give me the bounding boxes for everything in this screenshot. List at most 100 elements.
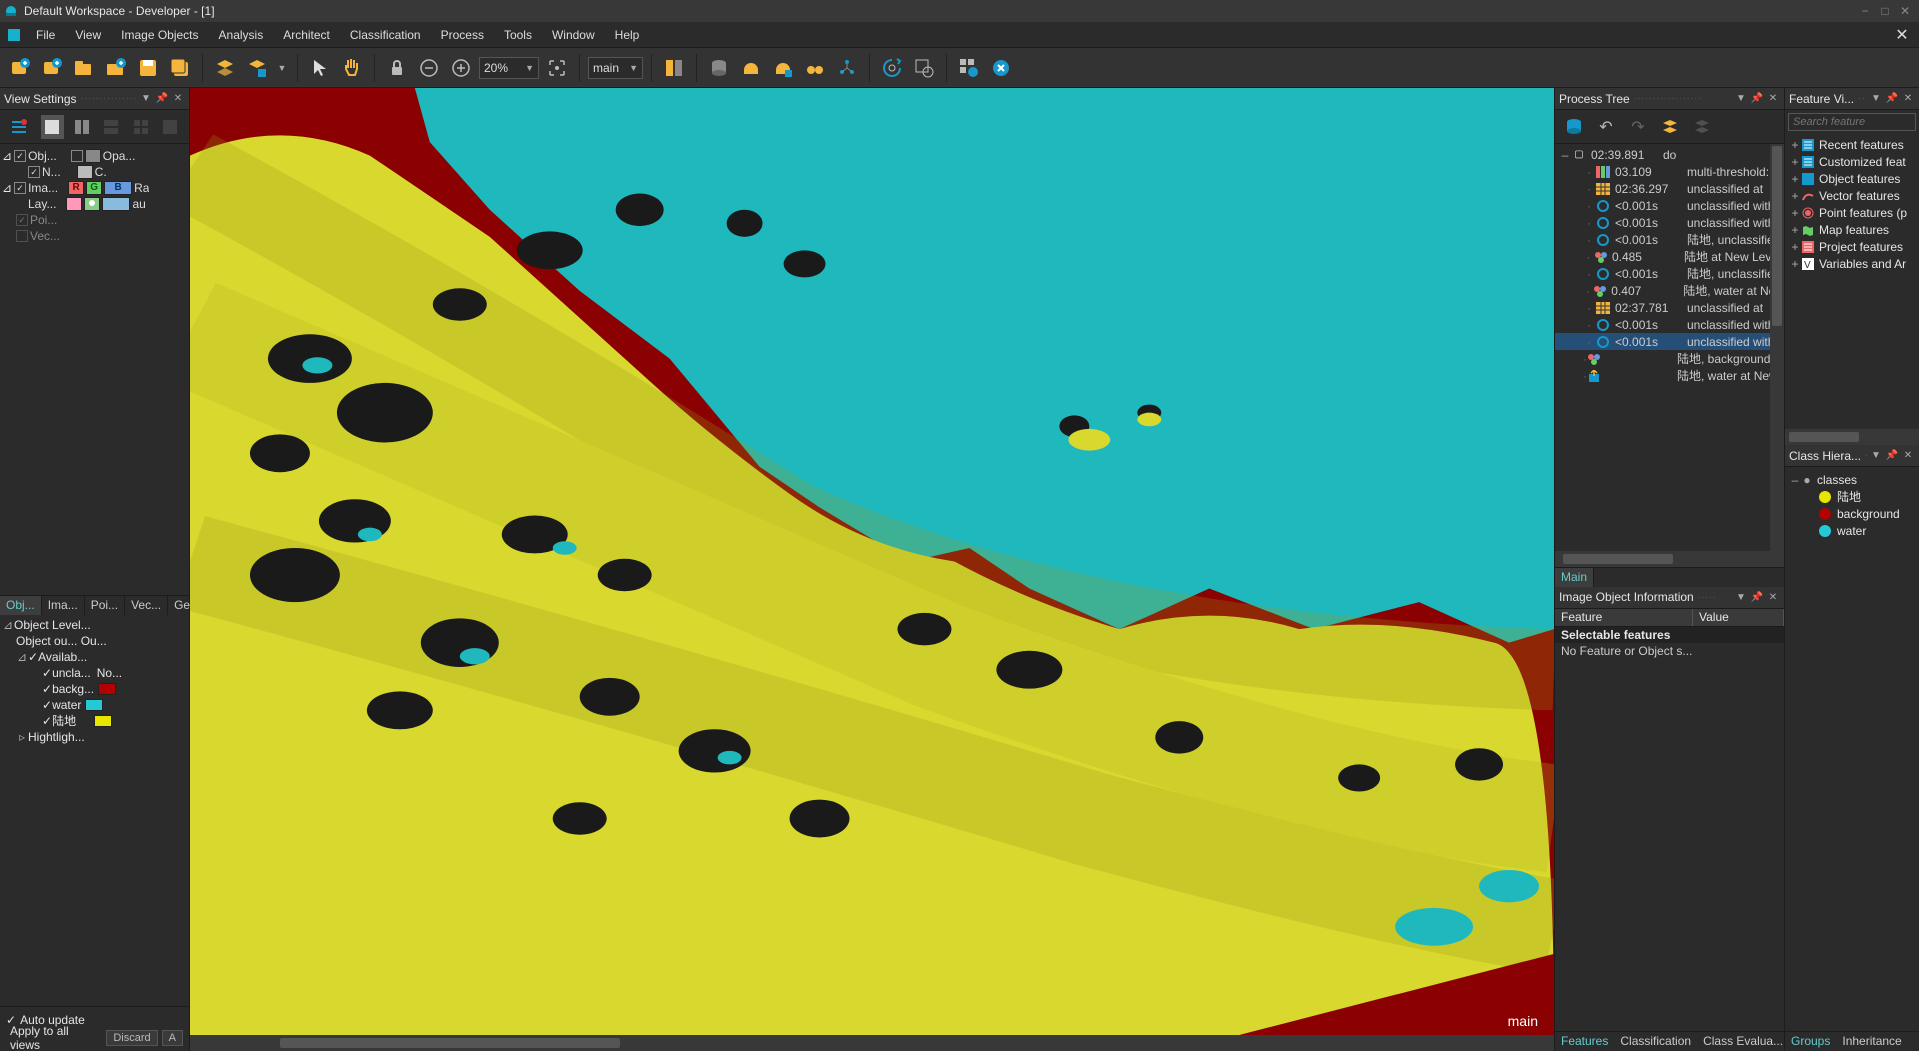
panel-pin-button[interactable]: 📌: [155, 92, 169, 106]
fv-close-button[interactable]: ✕: [1901, 92, 1915, 106]
ioi-tab-features[interactable]: Features: [1555, 1032, 1614, 1051]
feature-tree-item[interactable]: +Vector features: [1789, 187, 1915, 204]
menu-analysis[interactable]: Analysis: [209, 24, 274, 46]
split-vert-button[interactable]: [660, 54, 688, 82]
process-row[interactable]: ·0.485陆地 at New Level:: [1555, 248, 1784, 265]
panel-close-button[interactable]: ✕: [171, 92, 185, 106]
process-row[interactable]: ·陆地, water at New Level: exp: [1555, 367, 1784, 384]
fv-menu-button[interactable]: ▼: [1869, 92, 1883, 106]
ioi-col-value[interactable]: Value: [1693, 609, 1784, 626]
vs-layout3-button[interactable]: [99, 114, 125, 140]
helmet2-button[interactable]: [769, 54, 797, 82]
minimize-button[interactable]: −: [1855, 4, 1875, 18]
apply-button[interactable]: A: [162, 1030, 183, 1046]
backg-checkbox[interactable]: ✓: [42, 682, 52, 696]
menu-tools[interactable]: Tools: [494, 24, 542, 46]
pt-new-button[interactable]: [1561, 114, 1587, 140]
map-canvas[interactable]: main: [190, 88, 1554, 1035]
left-tab-ima[interactable]: Ima...: [42, 596, 85, 615]
object-ou[interactable]: Object ou... Ou...: [16, 634, 107, 648]
menu-view[interactable]: View: [65, 24, 111, 46]
class-hierarchy-tree[interactable]: –●classes 陆地 background water: [1785, 467, 1919, 1031]
ioi-close-button[interactable]: ✕: [1766, 590, 1780, 604]
pt-close-button[interactable]: ✕: [1766, 92, 1780, 106]
feature-tree-item[interactable]: +Recent features: [1789, 136, 1915, 153]
db-button[interactable]: [705, 54, 733, 82]
pt-v-scrollbar[interactable]: [1770, 144, 1784, 551]
backg-label[interactable]: backg...: [52, 682, 94, 696]
menu-process[interactable]: Process: [431, 24, 494, 46]
avail-checkbox[interactable]: ✓: [28, 650, 38, 664]
fv-pin-button[interactable]: 📌: [1885, 92, 1899, 106]
pt-layers-dim-button[interactable]: [1689, 114, 1715, 140]
ioi-menu-button[interactable]: ▼: [1734, 590, 1748, 604]
close-window-button[interactable]: ✕: [1895, 4, 1915, 18]
helmet1-button[interactable]: [737, 54, 765, 82]
refresh-view-button[interactable]: [878, 54, 906, 82]
pt-h-scrollbar[interactable]: [1555, 551, 1784, 567]
menu-window[interactable]: Window: [542, 24, 605, 46]
fv-h-scrollbar[interactable]: [1785, 429, 1919, 445]
pt-pin-button[interactable]: 📌: [1750, 92, 1764, 106]
ch-menu-button[interactable]: ▼: [1869, 449, 1883, 463]
ch-tab-inheritance[interactable]: Inheritance: [1836, 1032, 1907, 1051]
zoom-combo[interactable]: 20%▼: [479, 57, 539, 79]
process-row[interactable]: ·<0.001sunclassified with: [1555, 214, 1784, 231]
pt-redo-button[interactable]: ↷: [1625, 114, 1651, 140]
toolbar-new-button[interactable]: [6, 54, 34, 82]
feature-tree-item[interactable]: +Map features: [1789, 221, 1915, 238]
vs-add-button[interactable]: [6, 114, 32, 140]
pt-main-tab[interactable]: Main: [1555, 568, 1594, 587]
highlight-label[interactable]: Hightligh...: [28, 730, 85, 744]
process-row[interactable]: ·0.407陆地, water at New: [1555, 282, 1784, 299]
toolbar-saveall-button[interactable]: [166, 54, 194, 82]
ch-water[interactable]: water: [1837, 524, 1866, 538]
process-row[interactable]: –▢02:39.891do: [1555, 146, 1784, 163]
object-level-root[interactable]: Object Level...: [14, 618, 91, 632]
ima-checkbox[interactable]: ✓: [14, 182, 26, 194]
action-button[interactable]: [987, 54, 1015, 82]
process-row[interactable]: ·02:36.297unclassified at: [1555, 180, 1784, 197]
opa-checkbox[interactable]: [71, 150, 83, 162]
toolbar-dropdown[interactable]: ▼: [275, 54, 289, 82]
water-label[interactable]: water: [52, 698, 81, 712]
feature-tree-item[interactable]: +Point features (p: [1789, 204, 1915, 221]
menu-image-objects[interactable]: Image Objects: [111, 24, 208, 46]
ioi-tab-classification[interactable]: Classification: [1614, 1032, 1697, 1051]
close-document-button[interactable]: ✕: [1891, 24, 1913, 46]
water-checkbox[interactable]: ✓: [42, 698, 52, 712]
zoom-out-button[interactable]: [415, 54, 443, 82]
ioi-col-feature[interactable]: Feature: [1555, 609, 1693, 626]
toolbar-save-button[interactable]: [134, 54, 162, 82]
uncla-label[interactable]: uncla...: [52, 666, 91, 680]
panel-menu-button[interactable]: ▼: [139, 92, 153, 106]
tree-tool-button[interactable]: [833, 54, 861, 82]
toolbar-new2-button[interactable]: [38, 54, 66, 82]
r-chip[interactable]: R: [68, 181, 84, 195]
feature-tree-item[interactable]: +Customized feat: [1789, 153, 1915, 170]
layer-combo[interactable]: main▼: [588, 57, 643, 79]
toolbar-layers2-button[interactable]: [243, 54, 271, 82]
zoom-in-button[interactable]: [447, 54, 475, 82]
pt-layers-button[interactable]: [1657, 114, 1683, 140]
vs-layout5-button[interactable]: [158, 114, 184, 140]
menu-classification[interactable]: Classification: [340, 24, 431, 46]
fit-button[interactable]: [543, 54, 571, 82]
menu-architect[interactable]: Architect: [273, 24, 340, 46]
ch-tab-groups[interactable]: Groups: [1785, 1032, 1836, 1051]
process-row[interactable]: ·03.109multi-threshold: c: [1555, 163, 1784, 180]
grid-settings-button[interactable]: [955, 54, 983, 82]
land-checkbox[interactable]: ✓: [42, 714, 52, 728]
ch-background[interactable]: background: [1837, 507, 1900, 521]
zoom-region-button[interactable]: [910, 54, 938, 82]
cursor-tool-button[interactable]: [306, 54, 334, 82]
ch-close-button[interactable]: ✕: [1901, 449, 1915, 463]
process-row[interactable]: ·02:37.781unclassified at: [1555, 299, 1784, 316]
glasses-button[interactable]: [801, 54, 829, 82]
ch-root[interactable]: classes: [1817, 473, 1857, 487]
pt-menu-button[interactable]: ▼: [1734, 92, 1748, 106]
menu-help[interactable]: Help: [605, 24, 650, 46]
process-row[interactable]: ·<0.001s陆地, unclassifiec: [1555, 265, 1784, 282]
land-label[interactable]: 陆地: [52, 713, 76, 729]
g-chip[interactable]: G: [86, 181, 102, 195]
